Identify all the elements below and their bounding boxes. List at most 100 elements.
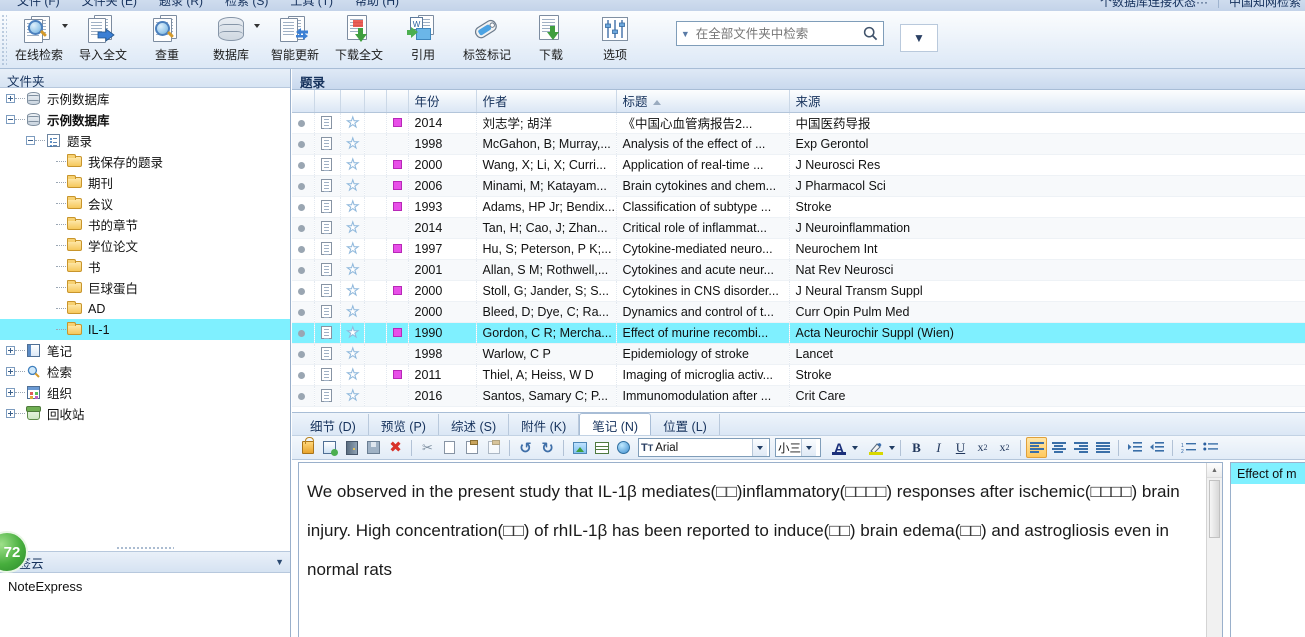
chevron-down-icon[interactable] (752, 439, 767, 456)
row-mark-cell[interactable] (386, 343, 409, 365)
tree-toggle-plus[interactable] (6, 94, 15, 103)
row-document-icon-cell[interactable] (314, 364, 341, 386)
menu-item-1[interactable]: 文件夹 (E) (71, 0, 148, 11)
tree-toggle-plus[interactable] (6, 388, 15, 397)
tree-toggle-plus[interactable] (6, 367, 15, 376)
font-size-select[interactable]: 小三 (775, 438, 821, 457)
tree-item-会议[interactable]: 会议 (0, 193, 290, 214)
record-table-header[interactable]: 年份 作者 标题 来源 (292, 90, 1305, 113)
row-read-indicator[interactable] (292, 217, 315, 239)
align-justify-button[interactable] (1092, 437, 1113, 458)
table-row[interactable]: ★ 2011 Thiel, A; Heiss, W D Imaging of micr… (292, 364, 1305, 386)
column-header-year[interactable]: 年份 (408, 90, 477, 113)
tagcloud-header[interactable]: 标签云 ▼ (0, 551, 290, 573)
star-icon[interactable]: ★ (346, 157, 360, 172)
font-family-select[interactable]: TT Arial (638, 438, 770, 457)
star-icon[interactable]: ★ (346, 304, 360, 319)
column-header-title[interactable]: 标题 (616, 90, 790, 113)
paste-icon[interactable] (461, 437, 482, 458)
tree-item-期刊[interactable]: 期刊 (0, 172, 290, 193)
toolbar-button-options[interactable]: 选项 (583, 11, 647, 67)
tree-item-回收站[interactable]: 回收站 (0, 403, 290, 424)
row-read-indicator[interactable] (292, 112, 315, 134)
row-star-cell[interactable]: ★ (340, 196, 365, 218)
star-icon[interactable]: ★ (346, 115, 360, 130)
save-icon[interactable] (363, 437, 384, 458)
tree-toggle-minus[interactable] (26, 136, 35, 145)
tree-item-示例数据库[interactable]: 示例数据库 (0, 109, 290, 130)
row-mark-cell[interactable] (386, 175, 409, 197)
menu-item-0[interactable]: 文件 (F) (6, 0, 71, 11)
undo-icon[interactable]: ↺ (515, 437, 536, 458)
underline-button[interactable]: U (950, 437, 971, 458)
row-mark-cell[interactable] (386, 133, 409, 155)
star-icon[interactable]: ★ (346, 241, 360, 256)
row-star-cell[interactable]: ★ (340, 322, 365, 344)
bold-button[interactable]: B (906, 437, 927, 458)
row-star-cell[interactable]: ★ (340, 385, 365, 407)
row-document-icon-cell[interactable] (314, 385, 341, 407)
row-mark-cell[interactable] (386, 364, 409, 386)
toolbar-button-cite[interactable]: W 引用 (391, 11, 455, 67)
star-icon[interactable]: ★ (346, 178, 360, 193)
row-document-icon-cell[interactable] (314, 175, 341, 197)
numbered-list-button[interactable]: 12 (1178, 437, 1199, 458)
menu-item-5[interactable]: 帮助 (H) (344, 0, 410, 11)
scrollbar-thumb[interactable] (1209, 480, 1220, 538)
row-mark-cell[interactable] (386, 259, 409, 281)
new-note-icon[interactable] (319, 437, 340, 458)
tree-item-巨球蛋白[interactable]: 巨球蛋白 (0, 277, 290, 298)
row-mark-cell[interactable] (386, 280, 409, 302)
italic-button[interactable]: I (928, 437, 949, 458)
decrease-indent-button[interactable] (1146, 437, 1167, 458)
table-row[interactable]: ★ 2014 刘志学; 胡洋 《中国心血管病报告2... 中国医药导报 (292, 112, 1305, 134)
insert-table-icon[interactable] (591, 437, 612, 458)
menu-item-3[interactable]: 检索 (S) (214, 0, 279, 11)
row-read-indicator[interactable] (292, 133, 315, 155)
row-read-indicator[interactable] (292, 364, 315, 386)
star-icon[interactable]: ★ (346, 325, 360, 340)
tree-item-示例数据库[interactable]: 示例数据库 (0, 88, 290, 109)
search-input[interactable] (693, 25, 859, 42)
tree-item-学位论文[interactable]: 学位论文 (0, 235, 290, 256)
row-mark-cell[interactable] (386, 322, 409, 344)
row-read-indicator[interactable] (292, 175, 315, 197)
row-read-indicator[interactable] (292, 259, 315, 281)
chevron-down-icon[interactable] (62, 24, 68, 28)
tree-item-我保存的题录[interactable]: 我保存的题录 (0, 151, 290, 172)
table-row[interactable]: ★ 2001 Allan, S M; Rothwell,... Cytokines a… (292, 259, 1305, 281)
column-header-mark[interactable] (386, 90, 409, 113)
chevron-down-icon[interactable] (889, 445, 895, 450)
row-read-indicator[interactable] (292, 301, 315, 323)
increase-indent-button[interactable] (1124, 437, 1145, 458)
lock-icon[interactable] (297, 437, 318, 458)
tab-5[interactable]: 位置 (L) (651, 414, 720, 435)
font-color-button[interactable]: A (828, 437, 850, 458)
row-mark-cell[interactable] (386, 301, 409, 323)
chevron-down-icon[interactable] (801, 439, 816, 456)
tab-3[interactable]: 附件 (K) (509, 414, 580, 435)
insert-image-icon[interactable] (569, 437, 590, 458)
note-editor-text[interactable]: We observed in the present study that IL… (299, 463, 1222, 589)
star-icon[interactable]: ★ (346, 367, 360, 382)
star-icon[interactable]: ★ (346, 262, 360, 277)
star-icon[interactable]: ★ (346, 346, 360, 361)
row-star-cell[interactable]: ★ (340, 238, 365, 260)
row-star-cell[interactable]: ★ (340, 154, 365, 176)
subscript-button[interactable]: x2 (972, 437, 993, 458)
table-row[interactable]: ★ 2000 Bleed, D; Dye, C; Ra... Dynamics and… (292, 301, 1305, 323)
row-read-indicator[interactable] (292, 196, 315, 218)
toolbar-button-import-fulltext[interactable]: 导入全文 (71, 11, 135, 67)
tree-item-AD[interactable]: AD (0, 298, 290, 319)
tree-item-组织[interactable]: 组织 (0, 382, 290, 403)
row-document-icon-cell[interactable] (314, 259, 341, 281)
align-right-button[interactable] (1070, 437, 1091, 458)
row-document-icon-cell[interactable] (314, 112, 341, 134)
row-read-indicator[interactable] (292, 280, 315, 302)
insert-link-icon[interactable] (613, 437, 634, 458)
detail-tabs[interactable]: 细节 (D) 预览 (P) 综述 (S) 附件 (K) 笔记 (N) 位置 (L) (292, 412, 1305, 436)
row-mark-cell[interactable] (386, 217, 409, 239)
toolbar-gripper[interactable] (0, 13, 7, 67)
note-editor[interactable]: We observed in the present study that IL… (298, 462, 1223, 637)
row-star-cell[interactable]: ★ (340, 364, 365, 386)
